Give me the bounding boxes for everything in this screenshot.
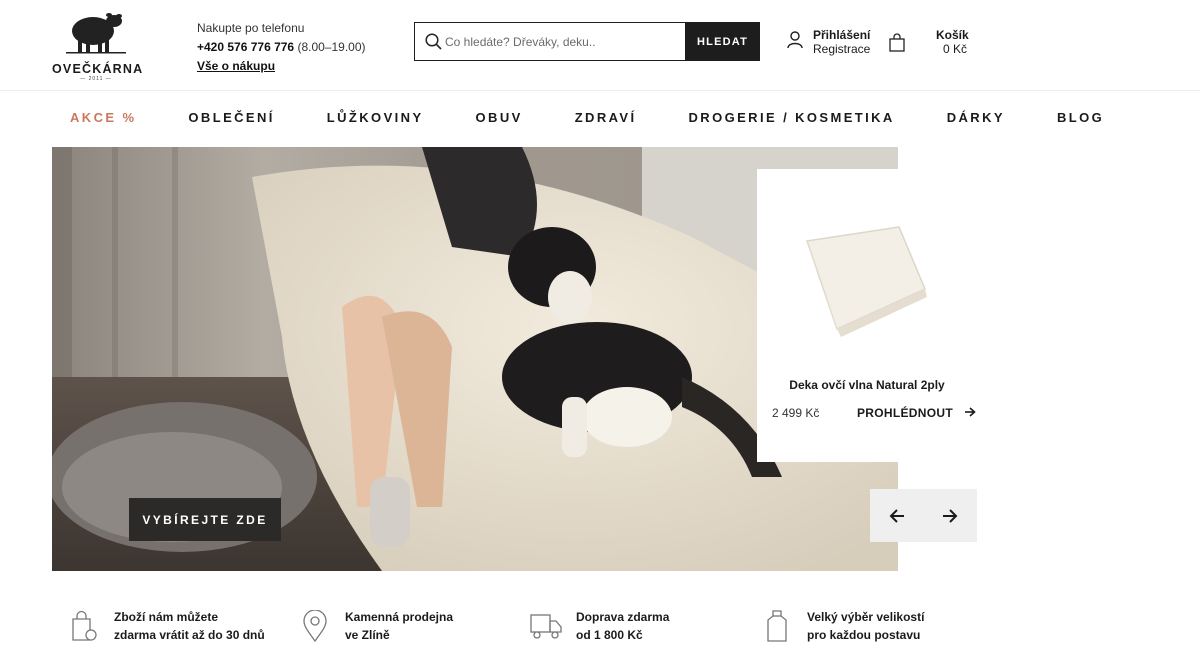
brand-name: OVEČKÁRNA bbox=[52, 62, 144, 76]
hero-cta-button[interactable]: VYBÍREJTE ZDE bbox=[129, 498, 281, 541]
sheep-logo-icon bbox=[66, 13, 126, 54]
benefit-line1: Zboží nám můžete bbox=[114, 610, 219, 624]
user-icon bbox=[787, 30, 803, 54]
nav-item-clothing[interactable]: OBLEČENÍ bbox=[188, 110, 274, 125]
cart-link[interactable]: Košík 0 Kč bbox=[936, 28, 969, 56]
search-bar: HLEDAT bbox=[414, 22, 760, 61]
shopping-info-link[interactable]: Vše o nákupu bbox=[197, 59, 275, 73]
view-product-label: PROHLÉDNOUT bbox=[857, 406, 953, 420]
slider-controls bbox=[870, 489, 977, 542]
header-divider bbox=[0, 90, 1200, 91]
benefit-shipping: Doprava zdarma od 1 800 Kč bbox=[530, 608, 669, 644]
product-price: 2 499 Kč bbox=[772, 406, 820, 420]
return-bag-icon bbox=[68, 608, 100, 644]
truck-icon bbox=[530, 608, 562, 644]
benefit-line1: Velký výběr velikostí bbox=[807, 610, 925, 624]
benefit-line1: Kamenná prodejna bbox=[345, 610, 454, 624]
shopping-bag-icon[interactable] bbox=[889, 33, 905, 57]
nav-item-blog[interactable]: BLOG bbox=[1057, 110, 1104, 125]
nav-item-health[interactable]: ZDRAVÍ bbox=[575, 110, 637, 125]
nav-item-sale[interactable]: AKCE % bbox=[70, 110, 136, 125]
location-pin-icon bbox=[299, 608, 331, 644]
search-button[interactable]: HLEDAT bbox=[685, 22, 760, 61]
cart-total: 0 Kč bbox=[943, 42, 968, 56]
phone-number[interactable]: +420 576 776 776 bbox=[197, 40, 294, 54]
contact-block: Nakupte po telefonu +420 576 776 776 (8.… bbox=[197, 19, 366, 76]
benefit-sizes: Velký výběr velikostí pro každou postavu bbox=[761, 608, 924, 644]
account-link[interactable]: Přihlášení Registrace bbox=[787, 28, 870, 56]
nav-item-cosmetics[interactable]: DROGERIE / KOSMETIKA bbox=[689, 110, 895, 125]
brand-year: — 2011 — bbox=[80, 76, 112, 82]
benefit-store: Kamenná prodejna ve Zlíně bbox=[299, 608, 453, 644]
contact-label: Nakupte po telefonu bbox=[197, 21, 305, 35]
login-link[interactable]: Přihlášení bbox=[813, 28, 870, 42]
nav-item-footwear[interactable]: OBUV bbox=[476, 110, 523, 125]
register-link[interactable]: Registrace bbox=[813, 42, 870, 56]
opening-hours: (8.00–19.00) bbox=[297, 40, 366, 54]
main-navigation: AKCE % OBLEČENÍ LŮŽKOVINY OBUV ZDRAVÍ DR… bbox=[70, 110, 1156, 125]
benefit-returns: Zboží nám můžete zdarma vrátit až do 30 d… bbox=[68, 608, 265, 644]
benefit-line2: ve Zlíně bbox=[345, 628, 390, 642]
blanket-product-image bbox=[806, 226, 927, 337]
search-icon bbox=[415, 23, 445, 60]
slider-prev-icon[interactable] bbox=[877, 496, 917, 536]
benefit-line2: zdarma vrátit až do 30 dnů bbox=[114, 628, 265, 642]
arrow-right-icon bbox=[964, 406, 976, 420]
benefit-line2: od 1 800 Kč bbox=[576, 628, 643, 642]
benefit-line2: pro každou postavu bbox=[807, 628, 921, 642]
shirt-size-icon bbox=[761, 608, 793, 644]
cart-label: Košík bbox=[936, 28, 969, 42]
view-product-link[interactable]: PROHLÉDNOUT bbox=[857, 406, 976, 420]
product-name: Deka ovčí vlna Natural 2ply bbox=[789, 378, 945, 392]
site-logo[interactable]: OVEČKÁRNA — 2011 — bbox=[52, 8, 142, 82]
slider-next-icon[interactable] bbox=[930, 496, 970, 536]
nav-item-gifts[interactable]: DÁRKY bbox=[947, 110, 1005, 125]
nav-item-bedding[interactable]: LŮŽKOVINY bbox=[327, 110, 424, 125]
benefit-line1: Doprava zdarma bbox=[576, 610, 670, 624]
featured-product-card[interactable]: Deka ovčí vlna Natural 2ply 2 499 Kč PRO… bbox=[757, 169, 977, 462]
search-input[interactable] bbox=[445, 23, 685, 60]
